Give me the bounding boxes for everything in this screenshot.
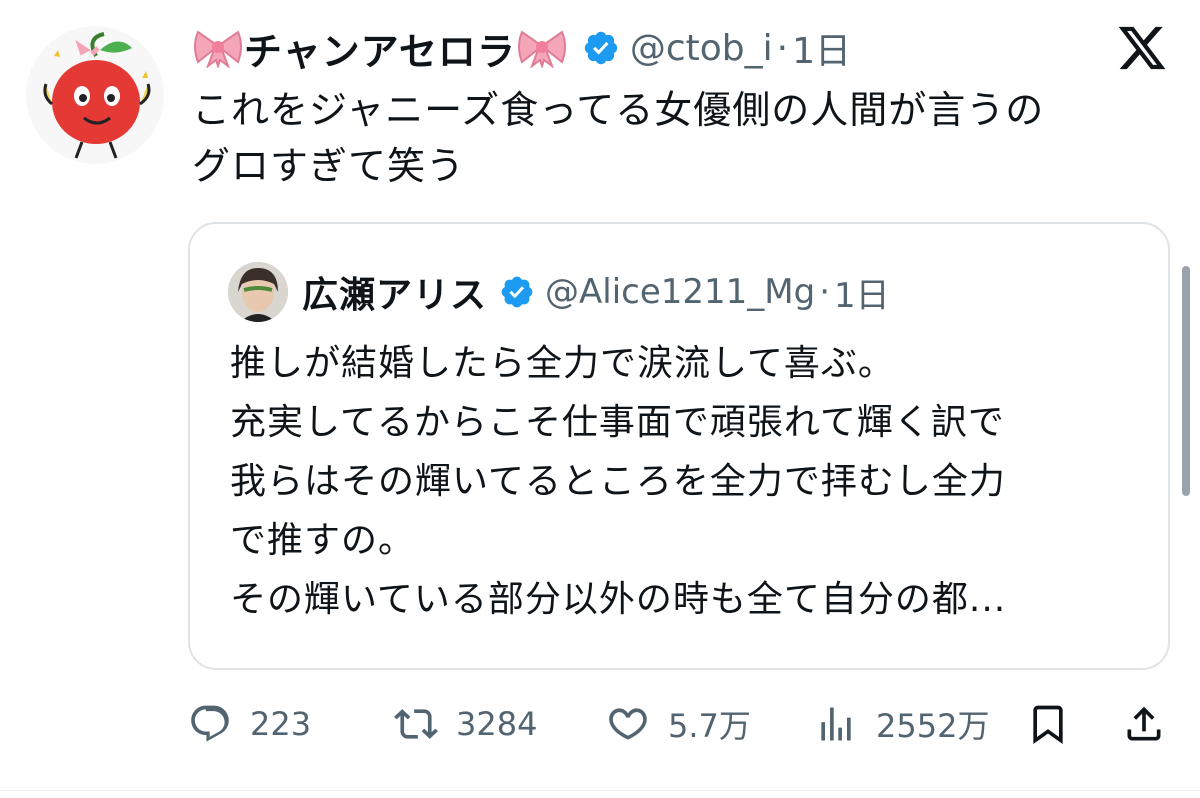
reply-count: 223 — [250, 705, 312, 743]
separator-dot: · — [776, 27, 789, 69]
quoted-author-avatar[interactable] — [228, 262, 288, 322]
ribbon-bow-icon — [516, 28, 568, 70]
views-button[interactable]: 2552万 — [814, 694, 989, 754]
author-handle[interactable]: @ctob_i — [630, 28, 773, 69]
verified-badge-icon — [499, 274, 535, 310]
heart-icon — [609, 708, 647, 740]
quoted-text-line: 充実してるからこそ仕事面で頑張れて輝く訳で — [230, 402, 1005, 443]
quoted-author-handle[interactable]: @Alice1211_Mg — [545, 272, 815, 312]
like-button[interactable]: 5.7万 — [606, 694, 751, 754]
quoted-text-line: その輝いている部分以外の時も全て自分の都... — [230, 579, 1007, 620]
divider — [0, 790, 1200, 791]
repost-button[interactable]: 3284 — [394, 694, 537, 754]
tweet-text: これをジャニーズ食ってる女優側の人間が言うの グロすぎて笑う — [192, 82, 1172, 194]
speech-bubble-icon — [191, 705, 229, 742]
author-display-name[interactable]: チャンアセロラ — [244, 21, 516, 76]
quoted-tweet-card[interactable]: 広瀬アリス @Alice1211_Mg · 1日 推しが結婚したら全力で涙流して… — [188, 222, 1170, 670]
person-photo-image — [228, 262, 288, 322]
quoted-author-display-name[interactable]: 広瀬アリス — [302, 266, 487, 318]
repost-arrows-icon — [394, 709, 438, 739]
tweet-timestamp[interactable]: 1日 — [792, 22, 851, 74]
tweet-text-line: これをジャニーズ食ってる女優側の人間が言うの — [192, 88, 1045, 132]
quoted-text-line: 我らはその輝いてるところを全力で拝むし全力 — [230, 461, 1006, 502]
x-logo-icon[interactable] — [1116, 22, 1168, 74]
separator-dot: · — [819, 272, 831, 312]
tweet-header: チャンアセロラ @ctob_i · 1日 — [192, 20, 851, 76]
tweet-action-bar: 223 3284 5.7万 2552万 — [188, 694, 1168, 754]
author-avatar[interactable] — [26, 26, 164, 164]
quoted-text-line: 推しが結婚したら全力で涙流して喜ぶ。 — [230, 343, 895, 384]
apple-character-image — [26, 26, 164, 164]
quoted-tweet-header: 広瀬アリス @Alice1211_Mg · 1日 — [302, 264, 890, 320]
ribbon-bow-icon — [192, 28, 244, 70]
scrollbar-thumb[interactable] — [1182, 266, 1190, 496]
bar-chart-icon — [821, 707, 851, 741]
verified-badge-icon — [582, 29, 620, 67]
reply-button[interactable]: 223 — [188, 694, 311, 754]
bookmark-button[interactable] — [1026, 694, 1070, 754]
like-count: 5.7万 — [668, 707, 751, 745]
tweet-text-line: グロすぎて笑う — [192, 144, 466, 188]
quoted-tweet-timestamp[interactable]: 1日 — [834, 268, 890, 317]
repost-count: 3284 — [456, 705, 538, 743]
share-button[interactable] — [1122, 694, 1166, 754]
share-upload-icon — [1127, 706, 1161, 741]
bookmark-icon — [1033, 705, 1063, 745]
views-count: 2552万 — [876, 707, 990, 745]
quoted-tweet-text: 推しが結婚したら全力で涙流して喜ぶ。 充実してるからこそ仕事面で頑張れて輝く訳で… — [230, 334, 1150, 629]
quoted-text-line: で推すの。 — [230, 520, 416, 561]
